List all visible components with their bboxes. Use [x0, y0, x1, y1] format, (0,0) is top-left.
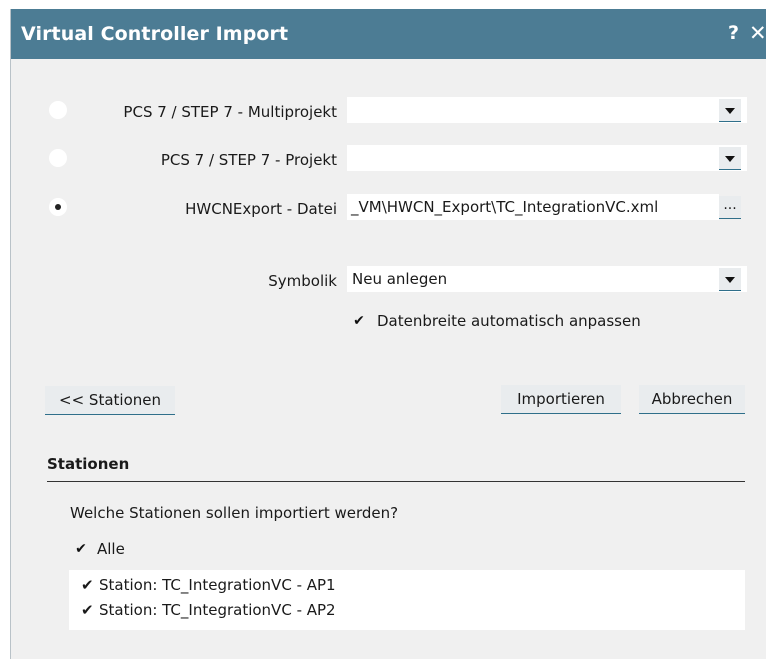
radio-multiprojekt[interactable] — [49, 101, 67, 119]
stations-list: ✔ Station: TC_IntegrationVC - AP1 ✔ Statio… — [69, 570, 745, 630]
station-checkbox[interactable]: ✔ — [81, 576, 99, 594]
virtual-controller-import-dialog: Virtual Controller Import ? ✕ PCS 7 / ST… — [10, 9, 766, 659]
list-item[interactable]: ✔ Station: TC_IntegrationVC - AP2 — [81, 601, 336, 619]
section-divider — [47, 481, 745, 482]
radio-projekt[interactable] — [49, 149, 67, 167]
symbolik-value: Neu anlegen — [352, 270, 448, 288]
symbolik-chevron-down-icon[interactable] — [719, 268, 741, 291]
station-checkbox[interactable]: ✔ — [81, 601, 99, 619]
radio-selected-dot — [55, 204, 61, 210]
close-icon[interactable]: ✕ — [749, 21, 766, 45]
import-button[interactable]: Importieren — [501, 385, 621, 414]
stations-toggle-button[interactable]: << Stationen — [45, 386, 175, 415]
label-symbolik: Symbolik — [268, 272, 337, 290]
stations-question: Welche Stationen sollen importiert werde… — [70, 504, 399, 522]
browse-button[interactable]: ... — [719, 196, 741, 219]
projekt-chevron-down-icon[interactable] — [719, 147, 741, 170]
datenbreite-label: Datenbreite automatisch anpassen — [377, 312, 641, 330]
label-multiprojekt: PCS 7 / STEP 7 - Multiprojekt — [123, 103, 337, 121]
stations-section-title: Stationen — [47, 455, 130, 473]
list-item[interactable]: ✔ Station: TC_IntegrationVC - AP1 — [81, 576, 336, 594]
hwcnexport-file-path: _VM\HWCN_Export\TC_IntegrationVC.xml — [351, 198, 659, 216]
all-stations-label: Alle — [97, 540, 125, 558]
dialog-title: Virtual Controller Import — [21, 23, 289, 45]
symbolik-dropdown[interactable]: Neu anlegen — [347, 266, 747, 292]
dialog-titlebar: Virtual Controller Import ? ✕ — [11, 9, 766, 59]
label-projekt: PCS 7 / STEP 7 - Projekt — [160, 151, 337, 169]
all-stations-checkbox[interactable]: ✔ — [73, 541, 89, 557]
datenbreite-checkbox[interactable]: ✔ — [351, 313, 367, 329]
multiprojekt-chevron-down-icon[interactable] — [719, 99, 741, 122]
hwcnexport-file-input[interactable]: _VM\HWCN_Export\TC_IntegrationVC.xml — [347, 194, 719, 220]
help-icon[interactable]: ? — [728, 22, 739, 44]
radio-hwcnexport[interactable] — [49, 198, 67, 216]
label-hwcnexport: HWCNExport - Datei — [185, 200, 337, 218]
multiprojekt-dropdown[interactable] — [347, 97, 747, 123]
projekt-dropdown[interactable] — [347, 145, 747, 171]
cancel-button[interactable]: Abbrechen — [639, 385, 745, 414]
station-label: Station: TC_IntegrationVC - AP2 — [99, 601, 336, 619]
station-label: Station: TC_IntegrationVC - AP1 — [99, 576, 336, 594]
